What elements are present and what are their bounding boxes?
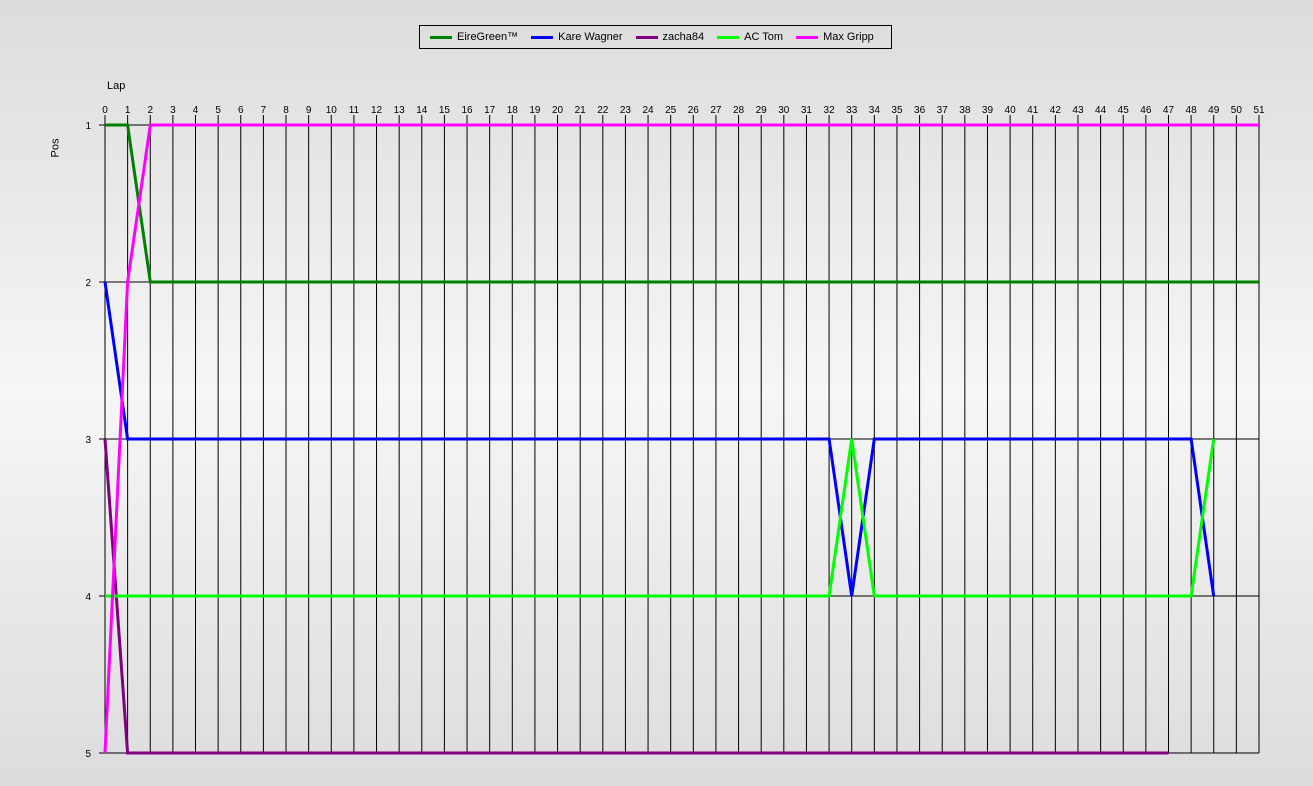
x-tick-label: 40 <box>1005 105 1017 116</box>
x-tick-label: 48 <box>1186 105 1198 116</box>
x-tick-label: 18 <box>507 105 519 116</box>
x-tick-label: 19 <box>529 105 541 116</box>
legend-label: Max Gripp <box>823 31 874 43</box>
position-chart: EireGreen™ Kare Wagner zacha84 AC Tom Max Gr… <box>0 0 1313 786</box>
x-tick-label: 13 <box>394 105 406 116</box>
x-tick-label: 46 <box>1140 105 1152 116</box>
y-tick-label: 4 <box>85 592 91 603</box>
x-tick-label: 41 <box>1027 105 1039 116</box>
x-tick-label: 6 <box>238 105 244 116</box>
plot-area: 0 1 2 3 4 5 6 7 8 9 10 11 12 13 14 15 16 17 18 19 20 21 22 23 24… <box>85 105 1265 760</box>
x-tick-label: 3 <box>170 105 176 116</box>
x-tick-label: 8 <box>283 105 289 116</box>
x-tick-label: 20 <box>552 105 564 116</box>
x-tick-label: 33 <box>846 105 858 116</box>
x-tick-label: 24 <box>642 105 654 116</box>
x-tick-label: 12 <box>371 105 383 116</box>
series-line <box>105 123 1259 284</box>
x-tick-label: 26 <box>688 105 700 116</box>
y-tick-label: 5 <box>85 749 91 760</box>
x-tick-label: 14 <box>416 105 428 116</box>
legend-swatch <box>717 35 740 39</box>
x-tick-label: 2 <box>147 105 153 116</box>
x-tick-label: 36 <box>914 105 926 116</box>
x-tick-label: 44 <box>1095 105 1107 116</box>
x-tick-label: 1 <box>125 105 131 116</box>
legend-swatch <box>430 35 452 39</box>
x-tick-label: 29 <box>756 105 768 116</box>
x-tick-label: 16 <box>461 105 473 116</box>
x-tick-label: 0 <box>102 105 108 116</box>
x-tick-label: 22 <box>597 105 609 116</box>
x-tick-label: 5 <box>215 105 221 116</box>
legend-item: zacha84 <box>635 31 705 43</box>
series-line <box>103 123 1259 754</box>
chart-legend: EireGreen™ Kare Wagner zacha84 AC Tom Max Gr… <box>419 25 892 49</box>
legend-swatch <box>531 35 554 39</box>
x-tick-label: 51 <box>1253 105 1265 116</box>
x-tick-label: 34 <box>869 105 881 116</box>
x-tick-label: 9 <box>306 105 312 116</box>
x-tick-label: 21 <box>575 105 587 116</box>
y-tick-label: 1 <box>85 121 91 132</box>
series-line <box>103 438 1169 755</box>
x-tick-label: 15 <box>439 105 451 116</box>
x-tick-label: 17 <box>484 105 496 116</box>
x-tick-label: 38 <box>959 105 971 116</box>
series-line <box>103 281 1216 597</box>
series-line <box>105 438 1216 598</box>
x-tick-label: 49 <box>1208 105 1220 116</box>
legend-label: EireGreen™ <box>457 31 519 43</box>
legend-label: AC Tom <box>744 31 784 43</box>
legend-swatch <box>796 35 819 39</box>
legend-item: Kare Wagner <box>531 31 623 43</box>
x-tick-label: 31 <box>801 105 813 116</box>
legend-item: Max Gripp <box>796 31 874 43</box>
y-tick-label: 2 <box>85 278 91 289</box>
x-tick-label: 43 <box>1072 105 1084 116</box>
x-tick-label: 45 <box>1118 105 1130 116</box>
y-tick-label: 3 <box>85 435 91 446</box>
x-tick-label: 35 <box>891 105 903 116</box>
legend-swatch <box>635 35 658 39</box>
x-tick-label: 42 <box>1050 105 1062 116</box>
y-axis-title: Pos <box>49 138 62 158</box>
x-tick-label: 50 <box>1231 105 1243 116</box>
x-tick-label: 25 <box>665 105 677 116</box>
x-tick-label: 27 <box>710 105 722 116</box>
x-tick-label: 7 <box>261 105 267 116</box>
legend-label: Kare Wagner <box>558 31 623 43</box>
x-axis-title: Lap <box>107 80 126 92</box>
x-tick-label: 23 <box>620 105 632 116</box>
legend-label: zacha84 <box>662 31 705 43</box>
x-tick-label: 39 <box>982 105 994 116</box>
x-tick-label: 4 <box>193 105 199 116</box>
legend-item: AC Tom <box>717 31 783 43</box>
x-tick-label: 32 <box>824 105 836 116</box>
x-tick-label: 11 <box>349 105 360 116</box>
x-tick-label: 10 <box>326 105 338 116</box>
x-tick-label: 37 <box>937 105 949 116</box>
x-tick-label: 28 <box>733 105 745 116</box>
x-tick-label: 30 <box>778 105 790 116</box>
legend-item: EireGreen™ <box>430 31 518 43</box>
x-tick-label: 47 <box>1163 105 1175 116</box>
